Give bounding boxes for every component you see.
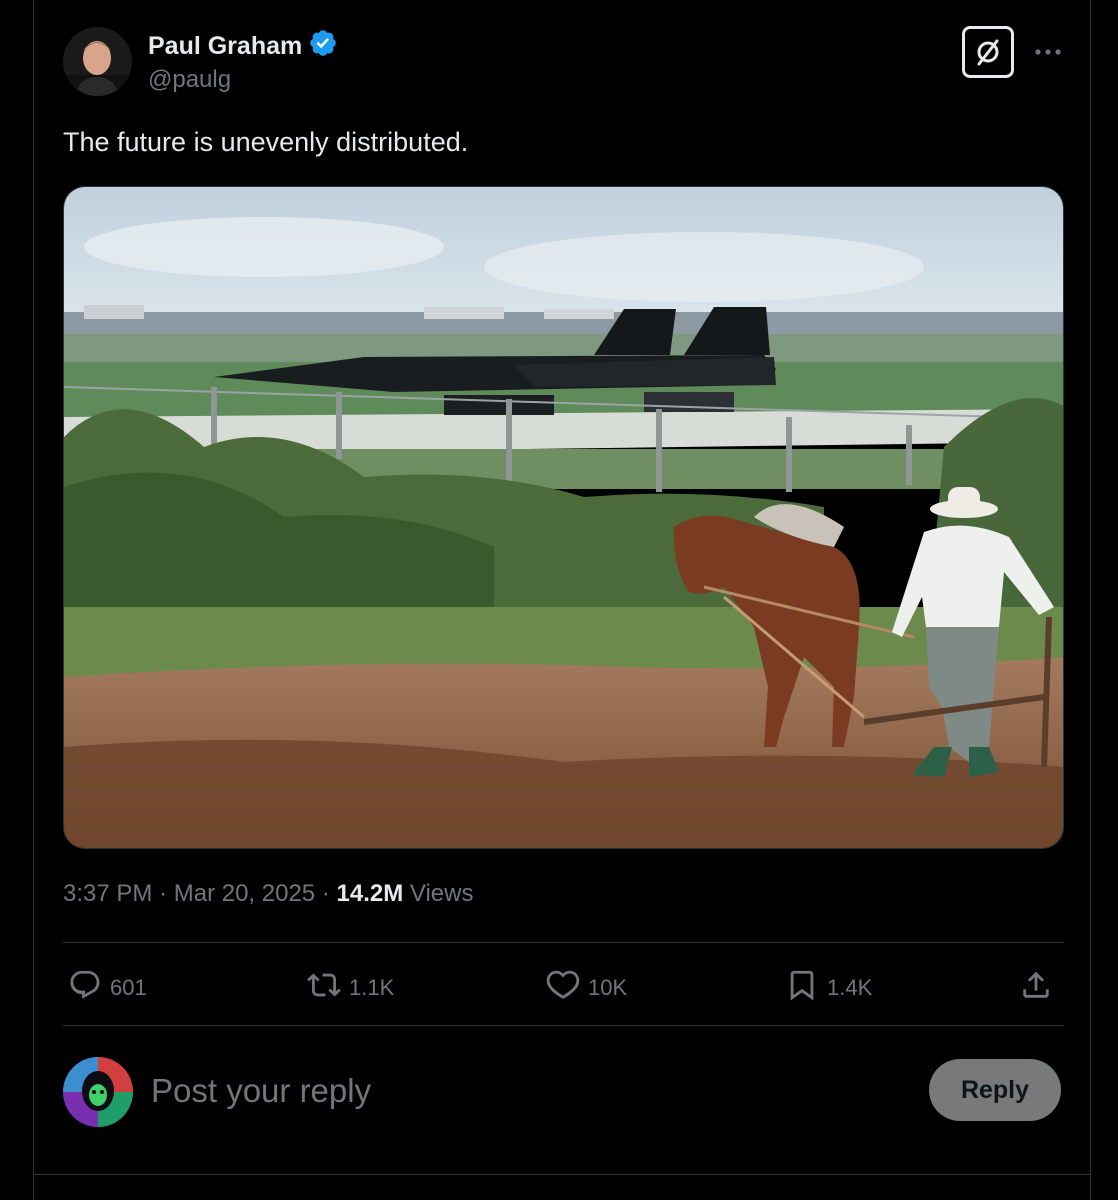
repost-count: 1.1K bbox=[349, 975, 395, 1000]
like-count: 10K bbox=[588, 975, 628, 1000]
repost-button[interactable]: 1.1K bbox=[307, 968, 394, 1008]
meta-separator: · bbox=[321, 880, 330, 907]
reply-submit-button[interactable]: Reply bbox=[929, 1059, 1061, 1121]
divider-bottom bbox=[63, 1025, 1064, 1026]
tweet-image[interactable] bbox=[63, 186, 1064, 849]
column-bottom-border bbox=[34, 1174, 1090, 1175]
author-avatar[interactable] bbox=[63, 27, 132, 96]
reply-count: 601 bbox=[110, 975, 147, 1000]
reply-icon bbox=[68, 968, 102, 1008]
tweet-meta: 3:37 PM · Mar 20, 2025 · 14.2M Views bbox=[63, 880, 473, 908]
author-name[interactable]: Paul Graham bbox=[148, 32, 302, 61]
verified-badge-icon bbox=[308, 28, 338, 65]
divider-top bbox=[63, 942, 1064, 943]
reply-input[interactable] bbox=[151, 1068, 891, 1114]
action-bar: 601 1.1K 10K 1.4K bbox=[63, 944, 1064, 1026]
views-count: 14.2M bbox=[336, 880, 404, 907]
author-handle[interactable]: @paulg bbox=[148, 66, 231, 94]
share-button[interactable] bbox=[1019, 968, 1053, 1008]
bookmark-count: 1.4K bbox=[827, 975, 873, 1000]
share-icon bbox=[1019, 968, 1053, 1008]
bookmark-button[interactable]: 1.4K bbox=[785, 968, 872, 1008]
repost-icon bbox=[307, 968, 341, 1008]
tweet-text: The future is unevenly distributed. bbox=[63, 127, 469, 157]
heart-icon bbox=[546, 968, 580, 1008]
tweet-column: Paul Graham @paulg The future is unevenl… bbox=[33, 0, 1091, 1200]
user-avatar[interactable] bbox=[63, 1057, 133, 1127]
author-name-row[interactable]: Paul Graham bbox=[148, 28, 338, 65]
bookmark-icon bbox=[785, 968, 819, 1008]
reply-button[interactable]: 601 bbox=[68, 968, 147, 1008]
tweet-date[interactable]: Mar 20, 2025 bbox=[174, 880, 315, 907]
tweet-time[interactable]: 3:37 PM bbox=[63, 880, 152, 907]
more-icon[interactable] bbox=[1032, 36, 1064, 68]
like-button[interactable]: 10K bbox=[546, 968, 627, 1008]
views-label: Views bbox=[409, 880, 474, 907]
grok-icon[interactable] bbox=[962, 26, 1014, 78]
meta-separator: · bbox=[159, 880, 168, 907]
